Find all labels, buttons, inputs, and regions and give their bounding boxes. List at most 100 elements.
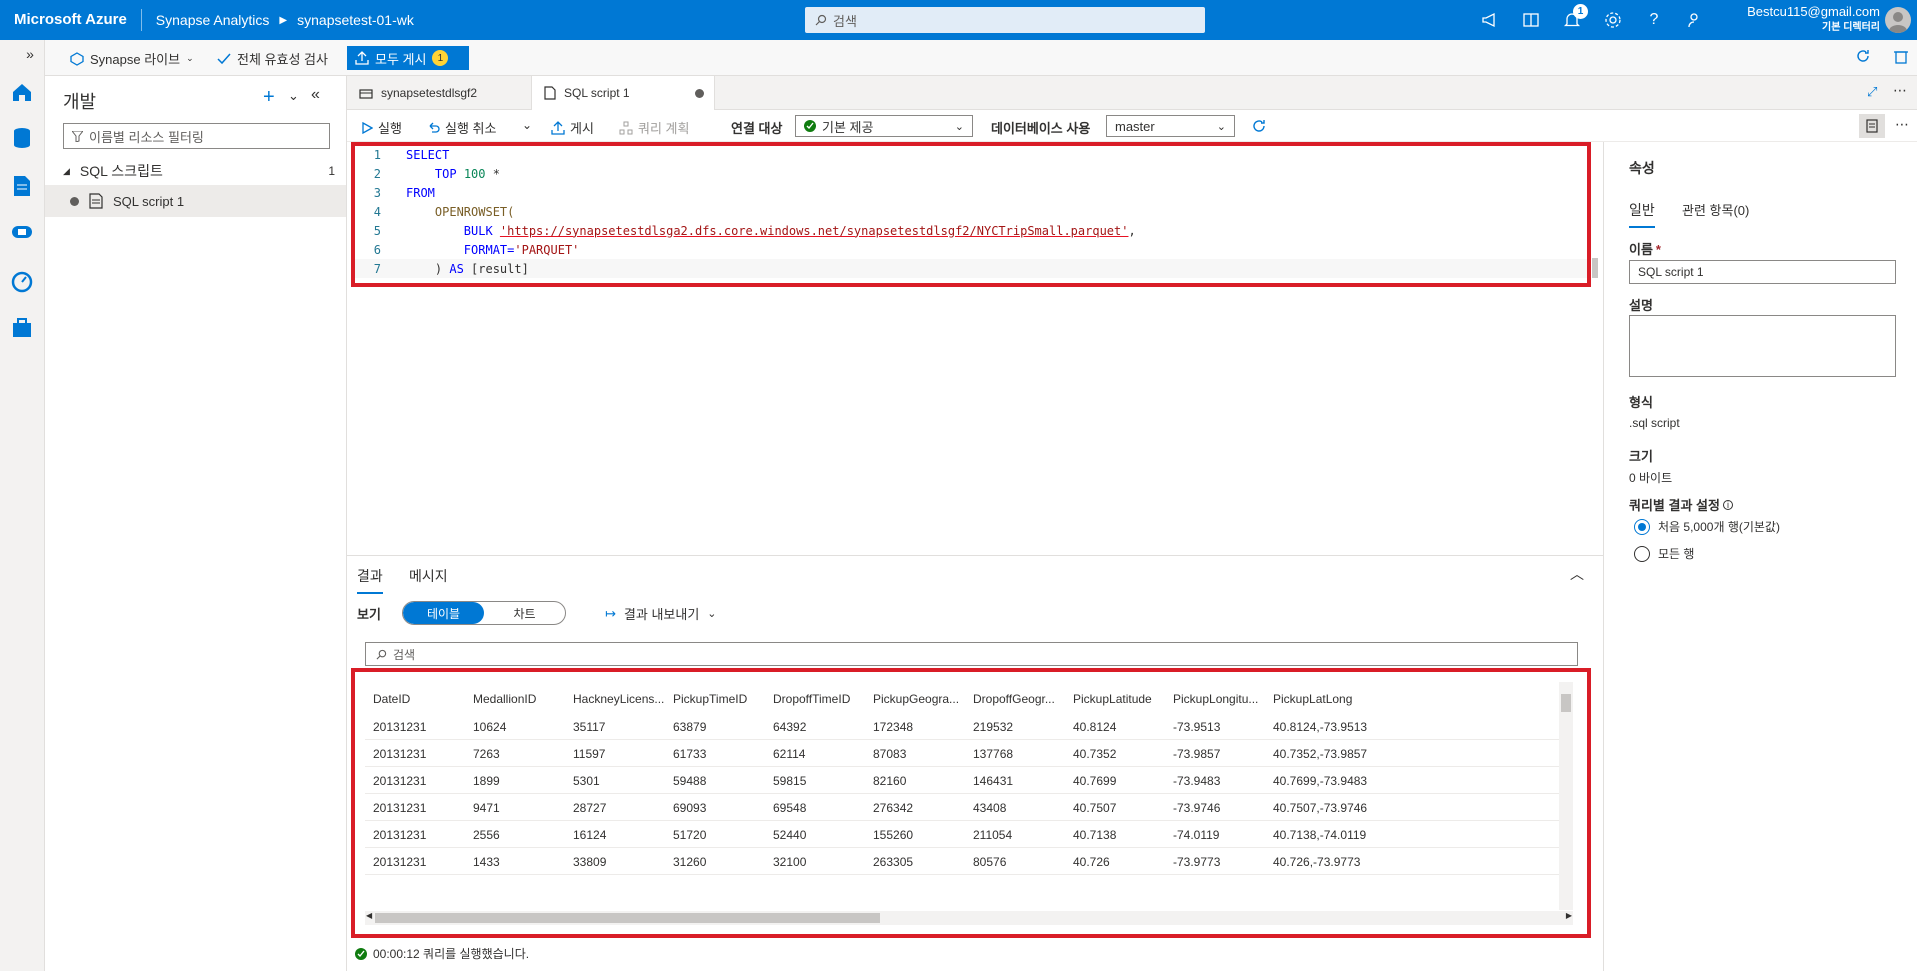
export-results-button[interactable]: ↦ 결과 내보내기 ⌄: [605, 604, 717, 623]
description-field[interactable]: [1629, 315, 1896, 377]
breadcrumb-separator-icon: ▶: [279, 14, 288, 26]
option-all-label: 모든 행: [1658, 547, 1695, 561]
info-icon[interactable]: i: [1722, 499, 1733, 510]
collapse-pane-icon[interactable]: «: [311, 86, 320, 104]
maximize-icon[interactable]: ⤢: [1867, 84, 1877, 100]
query-plan-button[interactable]: 쿼리 계획: [619, 118, 689, 137]
account-tenant: 기본 디렉터리: [1822, 22, 1880, 33]
tab-label: SQL script 1: [564, 86, 630, 100]
connect-to-dropdown[interactable]: 기본 제공 ⌄: [795, 115, 973, 137]
unsaved-dot-icon[interactable]: [695, 88, 704, 98]
status-text: 00:00:12 쿼리를 실행했습니다.: [373, 947, 530, 961]
monitor-hub-icon[interactable]: [10, 270, 34, 294]
azure-brand[interactable]: Microsoft Azure: [0, 9, 142, 31]
chevron-down-icon: ⌄: [1216, 120, 1226, 133]
option-all-rows[interactable]: 모든 행: [1634, 545, 1694, 562]
sql-script-icon: [544, 86, 556, 100]
properties-pane: 속성 일반 관련 항목(0) 이름 * SQL script 1 설명 형식 .s…: [1603, 142, 1917, 971]
sql-script-item[interactable]: SQL script 1: [45, 185, 346, 217]
name-label: 이름 *: [1629, 239, 1661, 258]
feedback-icon[interactable]: [1685, 10, 1705, 30]
filter-icon: [72, 130, 83, 142]
validate-all-label: 전체 유효성 검사: [237, 52, 328, 67]
account-email: Bestcu115@gmail.com: [1747, 4, 1880, 19]
sql-scripts-label: SQL 스크립트: [79, 163, 163, 179]
publish-all-label: 모두 게시: [375, 51, 427, 67]
sql-script-item-label: SQL script 1: [113, 193, 185, 209]
description-label: 설명: [1629, 298, 1653, 313]
search-icon: [376, 649, 387, 659]
global-search-input[interactable]: 검색: [805, 7, 1205, 33]
tab-synapsetestdlsgf2[interactable]: synapsetestdlsgf2: [347, 76, 489, 110]
run-button[interactable]: 실행: [361, 118, 402, 137]
view-toggle[interactable]: 테이블 차트: [402, 601, 566, 625]
storage-icon: [359, 89, 373, 99]
publish-all-button[interactable]: 모두 게시 1: [347, 46, 469, 70]
chevron-down-icon: ⌄: [707, 608, 717, 620]
publish-icon: [355, 51, 369, 65]
directory-icon[interactable]: [1521, 10, 1541, 30]
type-label: 형식: [1629, 395, 1653, 410]
tab-results[interactable]: 결과: [357, 566, 383, 594]
develop-hub-icon[interactable]: [10, 174, 34, 198]
name-field[interactable]: SQL script 1: [1629, 260, 1896, 284]
develop-title: 개발: [63, 92, 97, 112]
view-chart-option[interactable]: 차트: [484, 602, 565, 624]
query-plan-icon: [619, 121, 633, 134]
refresh-database-icon[interactable]: [1251, 118, 1267, 134]
left-rail: »: [0, 40, 45, 971]
manage-hub-icon[interactable]: [10, 316, 34, 340]
play-icon: [362, 121, 373, 134]
resource-filter-input[interactable]: 이름별 리소스 필터링: [63, 123, 330, 149]
more-tabs-icon[interactable]: ⋯: [1893, 82, 1907, 99]
unsaved-dot-icon: [70, 196, 79, 206]
validate-check-icon: [217, 53, 231, 64]
filter-placeholder: 이름별 리소스 필터링: [89, 129, 204, 145]
use-database-dropdown[interactable]: master ⌄: [1106, 115, 1235, 137]
add-new-resource-icon[interactable]: +: [263, 86, 275, 109]
view-label: 보기: [357, 607, 381, 622]
notification-bell-icon[interactable]: 1: [1562, 4, 1588, 30]
announcement-icon[interactable]: [1480, 10, 1500, 30]
size-value: 0 바이트: [1629, 471, 1673, 485]
discard-icon[interactable]: [1893, 48, 1909, 64]
publish-button[interactable]: 게시: [551, 118, 594, 137]
collapse-results-icon[interactable]: ︿: [1570, 564, 1584, 584]
tab-sql-script-1[interactable]: SQL script 1: [531, 76, 715, 110]
radio-selected-icon: [1634, 518, 1650, 535]
help-icon[interactable]: ?: [1644, 10, 1664, 30]
tab-related[interactable]: 관련 항목(0): [1682, 200, 1749, 219]
size-label: 크기: [1629, 449, 1653, 464]
validate-all-button[interactable]: 전체 유효성 검사: [217, 49, 328, 68]
breadcrumb-workspace[interactable]: synapsetest-01-wk: [291, 12, 420, 28]
tab-messages[interactable]: 메시지: [409, 566, 448, 586]
avatar[interactable]: [1885, 7, 1911, 33]
result-search-input[interactable]: 검색: [365, 642, 1578, 666]
synapse-live-button[interactable]: Synapse 라이브 ⌄: [70, 49, 194, 68]
editor-scrollbar[interactable]: [1592, 258, 1598, 278]
settings-gear-icon[interactable]: [1603, 10, 1623, 30]
tab-general[interactable]: 일반: [1629, 200, 1655, 228]
sql-scripts-group[interactable]: ◢ SQL 스크립트 1: [63, 160, 347, 182]
undo-dropdown-chevron-icon[interactable]: ⌄: [522, 118, 532, 132]
expand-rail-icon[interactable]: »: [22, 42, 38, 66]
option-first-rows[interactable]: 처음 5,000개 행(기본값): [1634, 518, 1780, 535]
collapse-all-icon[interactable]: ⌄: [288, 88, 299, 104]
more-options-icon[interactable]: ⋯: [1895, 116, 1909, 133]
data-hub-icon[interactable]: [10, 126, 34, 150]
refresh-icon[interactable]: [1855, 48, 1871, 64]
query-plan-label: 쿼리 계획: [638, 121, 690, 136]
account-info[interactable]: Bestcu115@gmail.com 기본 디렉터리: [1720, 4, 1880, 36]
tab-label: synapsetestdlsgf2: [381, 86, 478, 100]
undo-label: 실행 취소: [445, 121, 497, 136]
success-check-icon: [355, 947, 367, 960]
properties-toggle-icon[interactable]: [1859, 114, 1885, 138]
radio-unselected-icon: [1634, 545, 1650, 562]
view-table-option[interactable]: 테이블: [403, 602, 484, 624]
breadcrumb-service[interactable]: Synapse Analytics: [150, 12, 276, 28]
chevron-down-icon: ⌄: [954, 120, 964, 133]
undo-button[interactable]: 실행 취소: [427, 118, 496, 137]
sql-script-icon: [89, 193, 103, 209]
home-icon[interactable]: [10, 80, 34, 104]
integrate-hub-icon[interactable]: [10, 220, 34, 244]
